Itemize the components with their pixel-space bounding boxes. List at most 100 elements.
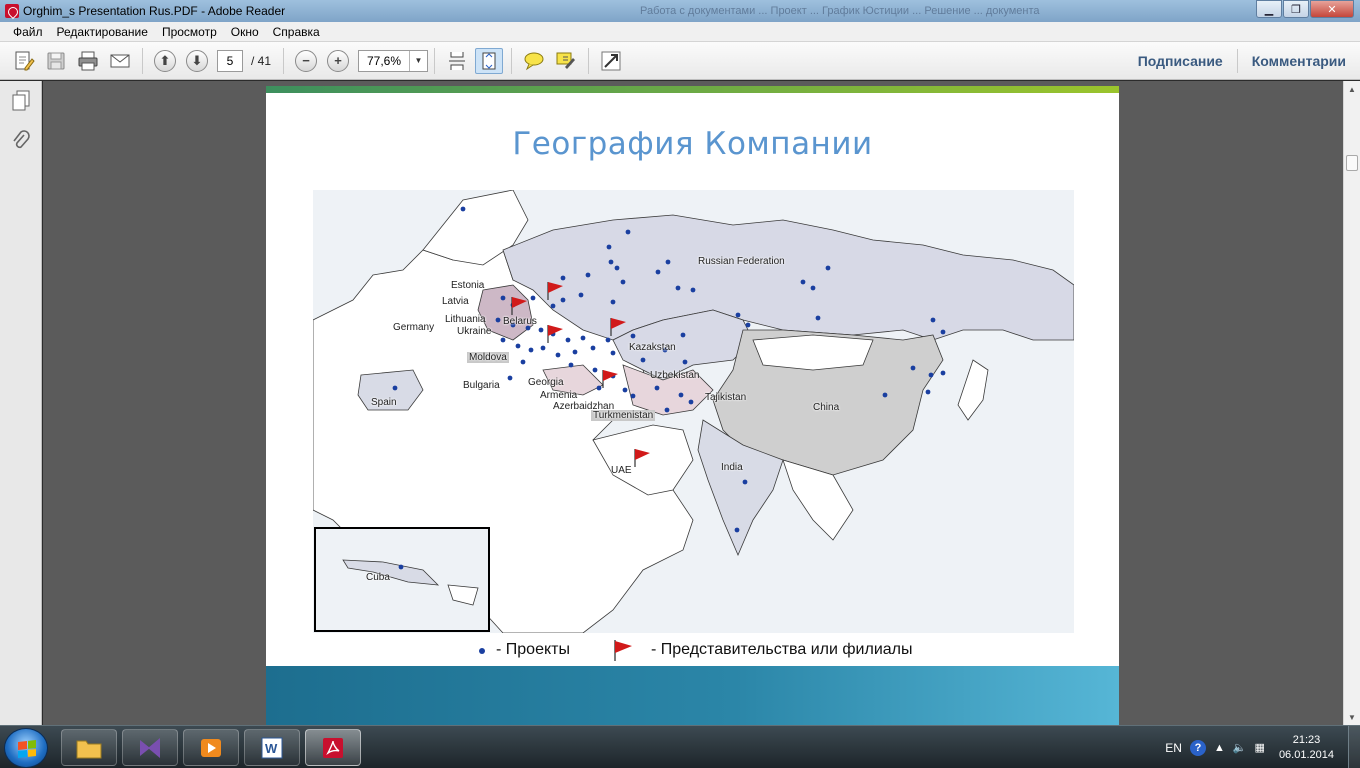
taskbar-word[interactable]: W xyxy=(244,729,300,766)
taskbar-explorer[interactable] xyxy=(61,729,117,766)
pages-icon xyxy=(12,90,29,111)
project-dot xyxy=(742,479,748,485)
zoom-in-button[interactable]: + xyxy=(324,48,352,74)
help-icon[interactable]: ? xyxy=(1189,739,1206,756)
next-page-button[interactable]: ⬇ xyxy=(183,48,211,74)
project-dot xyxy=(507,375,513,381)
minimize-button[interactable]: ▁ xyxy=(1256,0,1282,18)
project-dot xyxy=(530,295,536,301)
label-germany: Germany xyxy=(393,322,435,333)
comment-button[interactable] xyxy=(520,48,548,74)
previous-page-button[interactable]: ⬆ xyxy=(151,48,179,74)
project-dot xyxy=(630,333,636,339)
project-dot xyxy=(800,279,806,285)
save-button[interactable] xyxy=(42,48,70,74)
project-dot xyxy=(500,337,506,343)
volume-icon[interactable]: 🔈 xyxy=(1233,741,1247,754)
save-icon xyxy=(47,52,65,69)
page-number-input[interactable]: 5 xyxy=(217,49,243,72)
adobe-reader-icon xyxy=(5,4,19,18)
project-dot xyxy=(930,317,936,323)
start-button[interactable] xyxy=(4,728,48,768)
vertical-scrollbar[interactable]: ▲ ▼ xyxy=(1343,81,1360,725)
project-dot xyxy=(630,393,636,399)
label-russia: Russian Federation xyxy=(698,256,785,267)
project-dot xyxy=(928,372,934,378)
label-turkmenistan: Turkmenistan xyxy=(591,410,656,421)
project-dot xyxy=(555,352,561,358)
word-icon: W xyxy=(261,737,283,758)
label-georgia: Georgia xyxy=(528,377,564,388)
show-desktop-button[interactable] xyxy=(1348,726,1360,768)
envelope-icon xyxy=(110,54,130,67)
comment-panel-link[interactable]: Комментарии xyxy=(1238,53,1360,69)
create-pdf-icon xyxy=(15,51,35,70)
close-button[interactable]: ✕ xyxy=(1310,0,1354,18)
project-dot xyxy=(655,269,661,275)
taskbar-visual-studio[interactable] xyxy=(122,729,178,766)
scroll-pages-icon xyxy=(449,51,466,70)
project-dot xyxy=(622,387,628,393)
label-tajikistan: Tajikistan xyxy=(705,392,747,403)
label-spain: Spain xyxy=(371,397,397,408)
taskbar-adobe-reader[interactable] xyxy=(305,729,361,766)
project-dot xyxy=(398,564,404,570)
chevron-down-icon[interactable]: ▼ xyxy=(409,50,427,71)
network-icon[interactable]: ▦ xyxy=(1255,741,1265,754)
document-viewport[interactable]: География Компании Russian Federation Es… xyxy=(43,81,1343,725)
title-bar-background-text: Работа с документами ... Проект ... Граф… xyxy=(640,5,1040,17)
office-flag xyxy=(511,297,527,315)
zoom-out-button[interactable]: − xyxy=(292,48,320,74)
clock[interactable]: 21:23 06.01.2014 xyxy=(1279,733,1334,763)
project-dot xyxy=(910,365,916,371)
label-belarus: Belarus xyxy=(503,316,537,327)
project-dot xyxy=(610,350,616,356)
slide-top-bar xyxy=(266,86,1119,93)
legend-offices: - Представительства или филиалы xyxy=(651,641,913,658)
fit-page-button[interactable] xyxy=(475,47,504,74)
scroll-down-icon[interactable]: ▼ xyxy=(1344,709,1360,725)
menu-file[interactable]: Файл xyxy=(6,25,50,39)
menu-view[interactable]: Просмотр xyxy=(155,25,224,39)
highlight-button[interactable] xyxy=(552,48,580,74)
media-player-icon xyxy=(201,738,221,757)
tray-arrow-icon[interactable]: ▲ xyxy=(1214,742,1225,754)
slide-bottom-bar xyxy=(266,666,1119,725)
print-button[interactable] xyxy=(74,48,102,74)
project-dot xyxy=(540,345,546,351)
attachments-button[interactable] xyxy=(7,127,35,155)
project-dot xyxy=(568,362,574,368)
create-pdf-button[interactable] xyxy=(10,48,38,74)
project-dot xyxy=(640,357,646,363)
page-thumbnails-button[interactable] xyxy=(7,87,35,115)
menu-help[interactable]: Справка xyxy=(266,25,327,39)
sign-panel-link[interactable]: Подписание xyxy=(1124,53,1237,69)
expand-button[interactable] xyxy=(597,48,625,74)
menu-window[interactable]: Окно xyxy=(224,25,266,39)
scroll-mode-button[interactable] xyxy=(443,48,471,74)
label-china: China xyxy=(813,402,840,413)
clock-time: 21:23 xyxy=(1292,733,1321,746)
project-dot xyxy=(560,275,566,281)
project-dot xyxy=(654,385,660,391)
plus-icon: + xyxy=(327,49,350,72)
project-dot xyxy=(495,317,501,323)
project-dot xyxy=(925,389,931,395)
label-cuba: Cuba xyxy=(366,572,390,583)
email-button[interactable] xyxy=(106,48,134,74)
menu-edit[interactable]: Редактирование xyxy=(50,25,155,39)
taskbar-media-player[interactable] xyxy=(183,729,239,766)
minus-icon: − xyxy=(295,49,318,72)
language-indicator[interactable]: EN xyxy=(1165,741,1182,755)
project-dot xyxy=(735,312,741,318)
office-flag xyxy=(610,318,626,336)
taskbar: W EN ? ▲ 🔈 ▦ 21:23 06.01.2014 xyxy=(0,725,1360,768)
zoom-select[interactable]: 77,6% ▼ xyxy=(358,49,429,72)
label-india: India xyxy=(721,462,743,473)
restore-button[interactable]: ❐ xyxy=(1283,0,1309,18)
legend-projects: - Проекты xyxy=(496,641,570,658)
project-dot xyxy=(578,292,584,298)
label-lithuania: Lithuania xyxy=(445,314,486,325)
scroll-up-icon[interactable]: ▲ xyxy=(1344,81,1360,97)
scroll-thumb[interactable] xyxy=(1346,155,1358,171)
